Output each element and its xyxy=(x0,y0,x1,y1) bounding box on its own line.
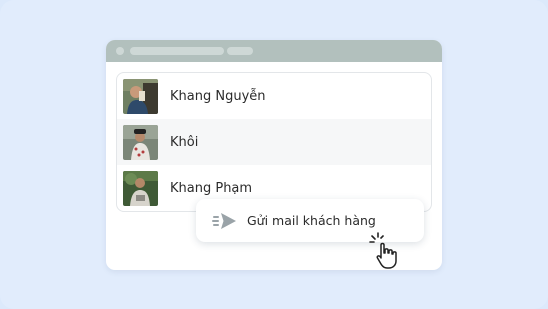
contact-name: Khôi xyxy=(170,134,199,150)
send-mail-label: Gửi mail khách hàng xyxy=(247,213,376,228)
pointer-cursor-icon xyxy=(369,232,397,269)
send-mail-icon xyxy=(212,212,236,229)
titlebar-placeholder-bar-short xyxy=(227,47,253,55)
window-titlebar xyxy=(106,40,442,62)
avatar xyxy=(123,170,158,206)
avatar xyxy=(123,78,158,114)
avatar xyxy=(123,124,158,160)
contact-list: Khang Nguyễn Khôi Khang Phạm xyxy=(116,72,432,212)
contact-row-khang-nguyen[interactable]: Khang Nguyễn xyxy=(117,73,431,119)
contact-name: Khang Phạm xyxy=(170,180,253,196)
contact-row-khoi[interactable]: Khôi xyxy=(117,119,431,165)
window-control-dot[interactable] xyxy=(116,47,124,55)
contact-name: Khang Nguyễn xyxy=(170,88,266,104)
titlebar-placeholder-bar xyxy=(130,47,224,55)
